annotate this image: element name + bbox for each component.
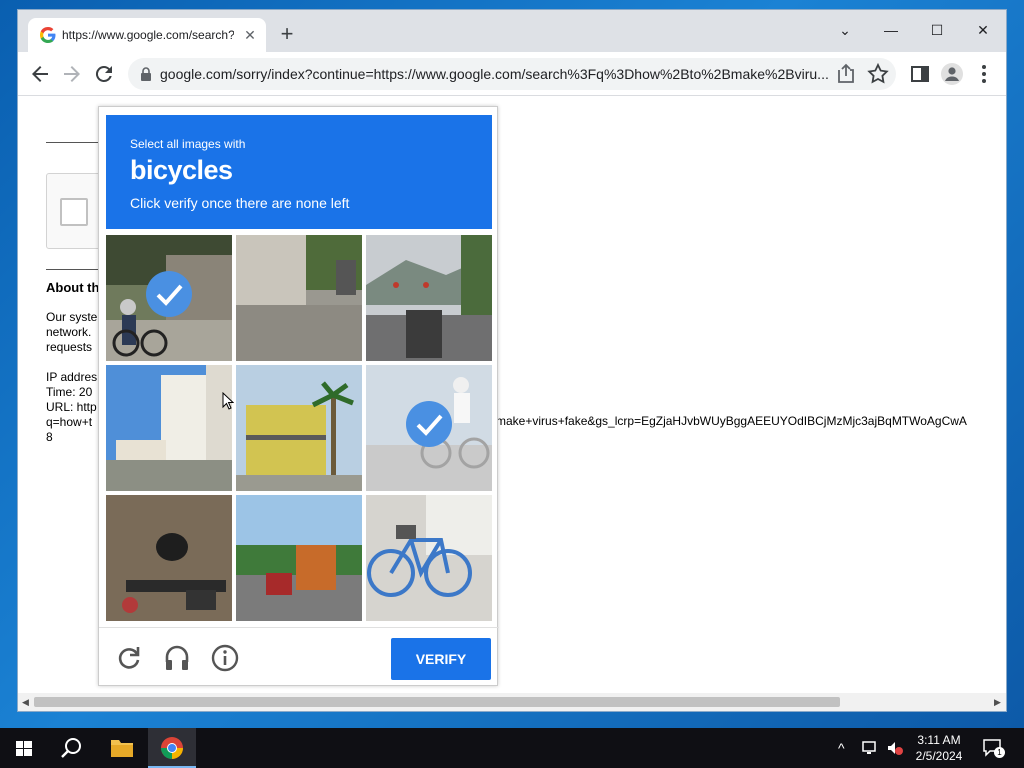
kebab-menu-icon[interactable] (972, 62, 996, 86)
taskbar: ^ 3:11 AM 2/5/2024 1 (0, 728, 1024, 768)
chrome-taskbar-button[interactable] (148, 728, 196, 768)
tab-search-button[interactable]: ⌄ (822, 16, 868, 44)
share-icon[interactable] (834, 62, 858, 86)
captcha-tile-6[interactable] (366, 365, 492, 491)
captcha-image-grid (106, 235, 492, 621)
title-bar: https://www.google.com/search?q=how+to+m… (18, 10, 1006, 52)
selected-check-icon (406, 401, 452, 447)
url-line: 8 (46, 430, 53, 444)
close-window-button[interactable]: ✕ (960, 16, 1006, 44)
captcha-tile-2[interactable] (236, 235, 362, 361)
captcha-tile-1[interactable] (106, 235, 232, 361)
bookmark-star-icon[interactable] (866, 62, 890, 86)
time-line: Time: 20 (46, 385, 93, 399)
notification-count-badge: 1 (994, 747, 1005, 758)
maximize-button[interactable]: ☐ (914, 16, 960, 44)
browser-toolbar: google.com/sorry/index?continue=https://… (18, 52, 1006, 96)
tab-close-icon[interactable]: ✕ (241, 26, 259, 44)
search-button[interactable] (48, 728, 96, 768)
horizontal-scrollbar[interactable]: ◀ ▶ (18, 693, 1006, 711)
clock-time: 3:11 AM (917, 733, 961, 747)
reload-icon[interactable] (92, 62, 116, 86)
verify-button[interactable]: VERIFY (391, 638, 491, 680)
paragraph-line: requests (46, 340, 93, 354)
start-button[interactable] (0, 728, 48, 768)
captcha-tile-9[interactable] (366, 495, 492, 621)
new-tab-button[interactable]: + (276, 23, 298, 46)
back-icon[interactable] (28, 62, 52, 86)
captcha-tile-4[interactable] (106, 365, 232, 491)
captcha-target-object: bicycles (130, 155, 233, 185)
captcha-instructions: Select all images with bicycles Click ve… (106, 115, 492, 229)
folder-icon (111, 740, 133, 757)
profile-avatar-icon[interactable] (940, 62, 964, 86)
reload-challenge-icon[interactable] (115, 644, 143, 672)
url-line-tail: make+virus+fake&gs_lcrp=EgZjaHJvbWUyBggA… (496, 414, 967, 428)
captcha-prompt: Select all images with (130, 137, 246, 151)
recaptcha-widget (46, 173, 106, 249)
forward-icon[interactable] (60, 62, 84, 86)
chrome-icon (161, 737, 183, 759)
browser-window: https://www.google.com/search?q=how+to+m… (18, 10, 1006, 711)
captcha-subprompt: Click verify once there are none left (130, 195, 350, 211)
scroll-left-icon[interactable]: ◀ (22, 697, 29, 708)
captcha-tile-5[interactable] (236, 365, 362, 491)
divider (46, 269, 106, 270)
tab-title: https://www.google.com/search?q=how+to+m… (62, 28, 234, 42)
captcha-footer: VERIFY (99, 627, 499, 687)
ip-line: IP addres (46, 370, 98, 384)
scrollbar-thumb[interactable] (34, 697, 840, 707)
recaptcha-checkbox[interactable] (60, 198, 88, 226)
divider (46, 142, 106, 143)
system-clock[interactable]: 3:11 AM 2/5/2024 (904, 732, 974, 764)
address-bar[interactable]: google.com/sorry/index?continue=https://… (128, 58, 896, 90)
clock-date: 2/5/2024 (915, 749, 963, 763)
url-line: q=how+t (46, 415, 93, 429)
url-line: URL: http (46, 400, 97, 414)
minimize-button[interactable]: — (868, 16, 914, 44)
captcha-tile-8[interactable] (236, 495, 362, 621)
show-hidden-icons-icon[interactable]: ^ (838, 740, 845, 756)
captcha-tile-7[interactable] (106, 495, 232, 621)
paragraph-line: Our syste (46, 310, 98, 324)
notification-center-button[interactable]: 1 (982, 738, 1005, 758)
paragraph-line: network. (46, 325, 92, 339)
selected-check-icon (146, 271, 192, 317)
page-content: About th Our syste network. requests IP … (18, 97, 1006, 693)
network-icon[interactable] (862, 740, 880, 756)
audio-challenge-icon[interactable] (163, 644, 191, 672)
lock-icon[interactable] (140, 67, 152, 81)
file-explorer-button[interactable] (98, 728, 146, 768)
about-heading: About th (46, 280, 100, 295)
scroll-right-icon[interactable]: ▶ (994, 697, 1001, 708)
google-favicon-icon (40, 27, 56, 43)
mouse-cursor-icon (222, 392, 234, 410)
volume-muted-icon[interactable] (886, 740, 904, 756)
captcha-tile-3[interactable] (366, 235, 492, 361)
search-icon (61, 738, 81, 758)
url-text[interactable]: google.com/sorry/index?continue=https://… (160, 66, 832, 82)
browser-tab[interactable]: https://www.google.com/search?q=how+to+m… (28, 18, 266, 52)
windows-logo-icon (16, 741, 32, 756)
info-icon[interactable] (211, 644, 239, 672)
captcha-challenge-dialog: Select all images with bicycles Click ve… (98, 106, 499, 687)
side-panel-icon[interactable] (908, 62, 932, 86)
